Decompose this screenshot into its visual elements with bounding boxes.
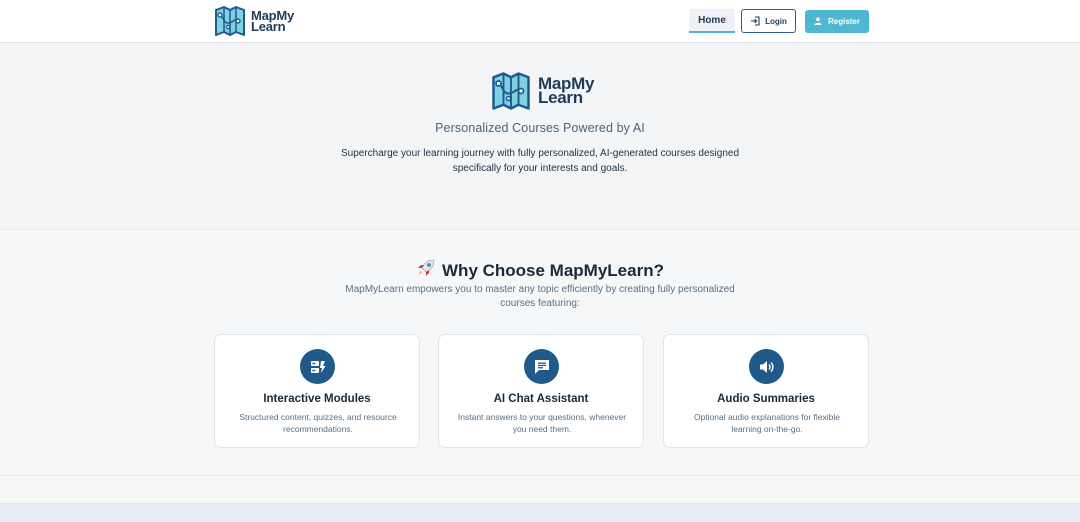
hero-subtitle: Personalized Courses Powered by AI	[435, 121, 645, 135]
register-label: Register	[827, 16, 860, 26]
brand-text: MapMy Learn	[251, 9, 294, 33]
hero-logo-line-2: Learn	[538, 88, 583, 107]
login-icon	[751, 16, 760, 26]
login-label: Login	[765, 16, 787, 26]
hero-section: MapMy Learn Personalized Courses Powered…	[0, 43, 1080, 230]
map-logo-icon	[215, 6, 245, 36]
rocket-icon	[418, 259, 435, 276]
nav-actions: Home Login Register	[689, 9, 869, 33]
why-heading: Why Choose MapMyLearn?	[0, 258, 1080, 281]
modules-icon	[300, 349, 335, 384]
speaker-icon	[749, 349, 784, 384]
feature-cards: Interactive Modules Structured content, …	[214, 334, 869, 448]
brand-logo-link[interactable]: MapMy Learn	[214, 5, 294, 37]
hero-logo-text: MapMy Learn	[538, 75, 594, 107]
feature-description: Optional audio explanations for flexible…	[693, 412, 840, 434]
feature-card-ai-chat-assistant: AI Chat Assistant Instant answers to you…	[438, 334, 644, 448]
feature-title: Audio Summaries	[717, 393, 815, 405]
nav-home-link[interactable]: Home	[689, 9, 735, 33]
hero-description: Supercharge your learning journey with f…	[340, 148, 740, 174]
map-logo-icon	[492, 72, 530, 110]
login-button[interactable]: Login	[741, 9, 796, 33]
chat-icon	[524, 349, 559, 384]
feature-card-audio-summaries: Audio Summaries Optional audio explanati…	[663, 334, 869, 448]
navbar-inner: MapMy Learn Home Login Register	[214, 0, 869, 43]
feature-title: AI Chat Assistant	[493, 393, 589, 405]
feature-description: Instant answers to your questions, whene…	[457, 412, 627, 434]
why-description: MapMyLearn empowers you to master any to…	[345, 284, 735, 309]
why-section: Why Choose MapMyLearn? MapMyLearn empowe…	[0, 231, 1080, 476]
next-section-strip	[0, 503, 1080, 522]
feature-title: Interactive Modules	[263, 393, 371, 405]
feature-card-interactive-modules: Interactive Modules Structured content, …	[214, 334, 420, 448]
hero-logo: MapMy Learn	[491, 71, 594, 111]
user-icon	[814, 17, 822, 25]
feature-description: Structured content, quizzes, and resourc…	[239, 412, 397, 434]
register-button[interactable]: Register	[805, 9, 869, 33]
why-title-text: Why Choose MapMyLearn?	[442, 261, 664, 280]
top-navbar: MapMy Learn Home Login Register	[0, 0, 1080, 43]
